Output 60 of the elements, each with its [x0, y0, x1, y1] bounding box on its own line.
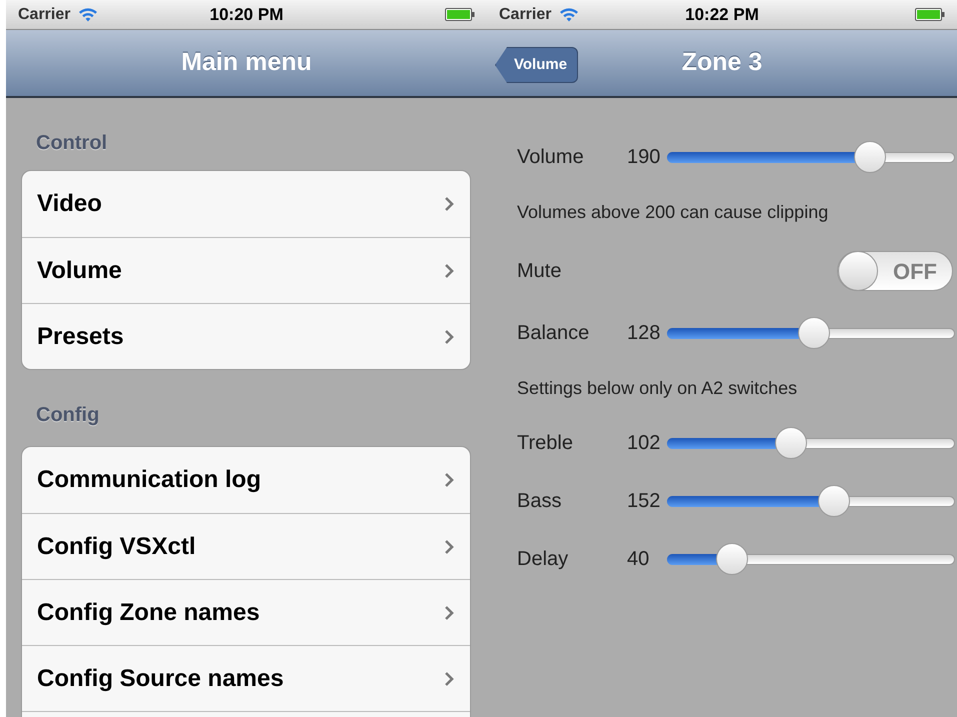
section-header: Control: [35, 131, 108, 156]
back-button[interactable]: Volume: [495, 47, 578, 83]
row-label: Presets: [37, 322, 124, 352]
section-header: Config: [35, 403, 100, 428]
chevron-right-icon: [444, 328, 454, 344]
slider-label: Balance: [517, 321, 590, 346]
slider-value: 152: [627, 489, 662, 514]
chevron-right-icon: [444, 604, 454, 620]
slider-thumb[interactable]: [716, 543, 748, 575]
note-text: Volumes above 200 can cause clipping: [517, 200, 828, 224]
battery-icon: [445, 8, 475, 21]
slider-value: 128: [627, 321, 662, 346]
row-label: Communication log: [37, 465, 261, 495]
chevron-right-icon: [444, 472, 454, 488]
slider-value: 190: [627, 145, 662, 170]
chevron-right-icon: [444, 538, 454, 554]
slider[interactable]: [667, 543, 955, 575]
row-label: Volume: [37, 256, 122, 286]
wifi-icon: [78, 7, 98, 22]
list-row[interactable]: Communication log: [22, 447, 470, 513]
slider-thumb[interactable]: [774, 427, 807, 459]
row-label: Video: [37, 189, 102, 219]
list-row[interactable]: Config VSXctl: [22, 513, 470, 579]
slider-value: 40: [627, 547, 650, 572]
switch-state: OFF: [892, 258, 938, 286]
slider[interactable]: [667, 427, 955, 459]
status-time: 10:22 PM: [685, 4, 759, 26]
slider-value: 102: [627, 431, 662, 456]
wifi-icon: [559, 7, 580, 22]
list-row[interactable]: Video: [22, 171, 470, 237]
slider-label: Treble: [517, 431, 574, 456]
battery-icon: [915, 8, 945, 21]
slider-thumb[interactable]: [818, 485, 850, 517]
list-row[interactable]: Config Source names: [22, 645, 470, 711]
row-label: Config Zone names: [37, 598, 260, 628]
slider-label: Volume: [517, 145, 585, 170]
slider[interactable]: [667, 317, 955, 349]
slider[interactable]: [667, 485, 955, 517]
slider-label: Bass: [517, 489, 562, 514]
slider-thumb[interactable]: [854, 141, 886, 173]
list-row[interactable]: Volume: [22, 237, 470, 303]
list-row[interactable]: Presets: [22, 303, 470, 369]
row-label: Config VSXctl: [37, 532, 196, 562]
slider[interactable]: [667, 141, 955, 173]
carrier-label: Carrier: [18, 4, 70, 24]
slider-thumb[interactable]: [798, 317, 830, 349]
switch-knob: [838, 251, 878, 291]
chevron-right-icon: [444, 196, 454, 212]
list-row[interactable]: Config Zone names: [22, 579, 470, 645]
note-text: Settings below only on A2 switches: [517, 376, 798, 400]
chevron-right-icon: [444, 262, 454, 278]
chevron-right-icon: [444, 670, 454, 686]
carrier-label: Carrier: [499, 4, 552, 24]
switch-label: Mute: [517, 259, 562, 284]
status-time: 10:20 PM: [210, 4, 284, 26]
row-label: Config Source names: [37, 664, 284, 694]
slider-label: Delay: [517, 547, 570, 572]
navigation-title: Zone 3: [682, 47, 762, 78]
navigation-title: Main menu: [181, 47, 312, 78]
toggle-switch[interactable]: OFF: [837, 251, 953, 291]
